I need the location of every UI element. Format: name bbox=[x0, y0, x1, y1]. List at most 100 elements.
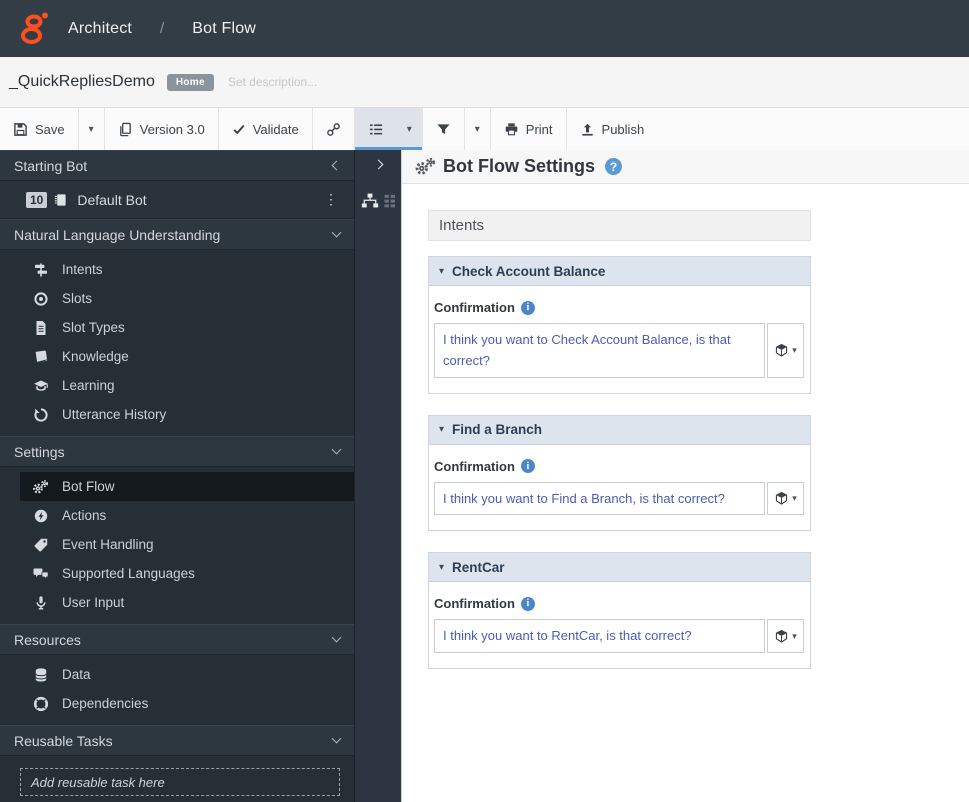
chevron-down-icon bbox=[331, 733, 342, 744]
intent-panel-header[interactable]: ▾ RentCar bbox=[429, 553, 810, 583]
caret-down-icon: ▾ bbox=[439, 265, 445, 277]
section-starting-bot[interactable]: Starting Bot bbox=[0, 150, 354, 181]
sidebar-item-data[interactable]: Data bbox=[20, 660, 354, 689]
link-icon bbox=[326, 122, 341, 137]
product-name: Architect bbox=[68, 19, 133, 37]
bot-menu-kebab-icon[interactable]: ⋮ bbox=[320, 191, 342, 208]
reusable-tasks-title: Reusable Tasks bbox=[14, 732, 113, 749]
sidebar-item-slots[interactable]: Slots bbox=[20, 284, 354, 313]
confirmation-input[interactable]: I think you want to Check Account Balanc… bbox=[434, 323, 765, 378]
sidebar-item-bot-flow[interactable]: Bot Flow bbox=[20, 472, 354, 501]
chevron-down-icon bbox=[331, 632, 342, 643]
intent-title: Find a Branch bbox=[452, 422, 543, 438]
intent-title: Check Account Balance bbox=[452, 263, 606, 279]
sidebar-item-user-input[interactable]: User Input bbox=[20, 588, 354, 617]
data-database-icon bbox=[32, 667, 49, 683]
validate-button[interactable]: Validate bbox=[219, 108, 312, 150]
sidebar-item-label: Event Handling bbox=[62, 537, 154, 552]
event-handling-tag-icon bbox=[32, 537, 49, 553]
expression-mode-button[interactable]: ▾ bbox=[767, 619, 804, 653]
info-icon[interactable]: i bbox=[520, 459, 535, 474]
section-resources[interactable]: Resources bbox=[0, 624, 354, 655]
add-reusable-task-label: Add reusable task here bbox=[31, 774, 165, 790]
info-icon[interactable]: i bbox=[520, 300, 535, 315]
version-icon bbox=[118, 122, 133, 137]
section-nlu[interactable]: Natural Language Understanding bbox=[0, 219, 354, 250]
intent-panel-header[interactable]: ▾ Check Account Balance bbox=[429, 257, 810, 286]
chevron-left-icon[interactable] bbox=[331, 160, 342, 171]
intent-panel-find-a-branch: ▾ Find a Branch Confirmation i I think y… bbox=[428, 414, 811, 532]
cube-icon bbox=[774, 491, 789, 506]
flow-name[interactable]: _QuickRepliesDemo bbox=[9, 73, 155, 91]
sidebar-item-label: Intents bbox=[62, 262, 103, 277]
main-panel: Bot Flow Settings ? Intents ▾ Check Acco… bbox=[401, 150, 969, 802]
default-bot-label: Default Bot bbox=[77, 191, 147, 208]
caret-down-icon: ▾ bbox=[792, 344, 797, 355]
sidebar-item-supported-languages[interactable]: Supported Languages bbox=[20, 559, 354, 588]
sidebar-item-label: Actions bbox=[62, 508, 107, 523]
filter-dropdown-caret[interactable]: ▾ bbox=[465, 108, 490, 150]
settings-content: Intents ▾ Check Account Balance Confirma… bbox=[402, 184, 969, 669]
caret-down-icon: ▾ bbox=[439, 424, 445, 436]
bot-flow-settings-header: Bot Flow Settings ? bbox=[402, 150, 969, 184]
sidebar-item-label: Utterance History bbox=[62, 407, 167, 422]
sidebar-item-knowledge[interactable]: Knowledge bbox=[20, 342, 354, 371]
sequence-view-button[interactable] bbox=[354, 108, 397, 150]
caret-down-icon: ▾ bbox=[439, 561, 445, 573]
flow-sidebar: Starting Bot 10 Default Bot ⋮ Natural La… bbox=[0, 150, 354, 802]
sidebar-item-label: Bot Flow bbox=[62, 479, 115, 494]
genesys-logo-icon bbox=[18, 11, 50, 47]
confirmation-label: Confirmation bbox=[434, 300, 515, 315]
sidebar-item-dependencies[interactable]: Dependencies bbox=[20, 689, 354, 718]
version-label: Version 3.0 bbox=[139, 121, 205, 137]
sequence-dropdown-caret[interactable]: ▾ bbox=[396, 108, 422, 150]
resources-title: Resources bbox=[14, 631, 81, 648]
home-badge: Home bbox=[166, 73, 214, 91]
settings-items: Bot Flow Actions Event Handling Supporte… bbox=[0, 467, 354, 624]
section-reusable-tasks[interactable]: Reusable Tasks bbox=[0, 725, 354, 756]
confirmation-input[interactable]: I think you want to Find a Branch, is th… bbox=[434, 481, 765, 516]
link-button[interactable] bbox=[313, 108, 354, 150]
section-settings[interactable]: Settings bbox=[0, 436, 354, 467]
version-button[interactable]: Version 3.0 bbox=[105, 108, 218, 150]
detail-grid-icon[interactable] bbox=[384, 193, 396, 209]
sidebar-item-label: Supported Languages bbox=[62, 566, 195, 581]
sidebar-item-utterance-history[interactable]: Utterance History bbox=[20, 400, 354, 429]
page-title: Bot Flow Settings bbox=[443, 156, 595, 176]
sidebar-item-learning[interactable]: Learning bbox=[20, 371, 354, 400]
add-reusable-task-dropzone[interactable]: Add reusable task here bbox=[20, 768, 340, 796]
intents-section-title: Intents bbox=[439, 217, 485, 234]
chevron-right-expand-icon[interactable] bbox=[355, 150, 401, 170]
print-button[interactable]: Print bbox=[491, 108, 566, 150]
sidebar-item-slot-types[interactable]: Slot Types bbox=[20, 313, 354, 342]
description-placeholder[interactable]: Set description... bbox=[228, 75, 317, 89]
save-dropdown-caret[interactable]: ▾ bbox=[79, 108, 104, 150]
starting-bot-title: Starting Bot bbox=[14, 157, 88, 174]
sidebar-item-actions[interactable]: Actions bbox=[20, 501, 354, 530]
intent-panel-header[interactable]: ▾ Find a Branch bbox=[429, 415, 810, 445]
hierarchy-tree-icon[interactable] bbox=[361, 193, 379, 209]
caret-down-icon: ▾ bbox=[792, 493, 797, 504]
bot-count-badge: 10 bbox=[26, 191, 48, 208]
sidebar-item-intents[interactable]: Intents bbox=[20, 255, 354, 284]
confirmation-label: Confirmation bbox=[434, 596, 515, 612]
help-icon[interactable]: ? bbox=[605, 158, 622, 175]
utterance-history-icon bbox=[32, 407, 49, 423]
info-icon[interactable]: i bbox=[520, 596, 535, 611]
sidebar-item-label: Data bbox=[62, 667, 91, 682]
intents-section-header: Intents bbox=[428, 210, 811, 241]
expression-mode-button[interactable]: ▾ bbox=[767, 481, 804, 516]
confirmation-input[interactable]: I think you want to RentCar, is that cor… bbox=[434, 619, 765, 653]
default-bot-row[interactable]: 10 Default Bot ⋮ bbox=[0, 181, 354, 219]
publish-button[interactable]: Publish bbox=[567, 108, 658, 150]
sidebar-item-event-handling[interactable]: Event Handling bbox=[20, 530, 354, 559]
save-button[interactable]: Save bbox=[0, 108, 78, 150]
page-name: Bot Flow bbox=[192, 19, 257, 37]
sidebar-item-label: Slots bbox=[62, 291, 93, 306]
validate-check-icon bbox=[232, 122, 246, 136]
print-label: Print bbox=[525, 121, 553, 137]
filter-button[interactable] bbox=[423, 108, 464, 150]
validate-label: Validate bbox=[252, 121, 299, 137]
expression-mode-button[interactable]: ▾ bbox=[767, 323, 804, 378]
intent-panel-rentcar: ▾ RentCar Confirmation i I think you wan… bbox=[428, 552, 811, 669]
